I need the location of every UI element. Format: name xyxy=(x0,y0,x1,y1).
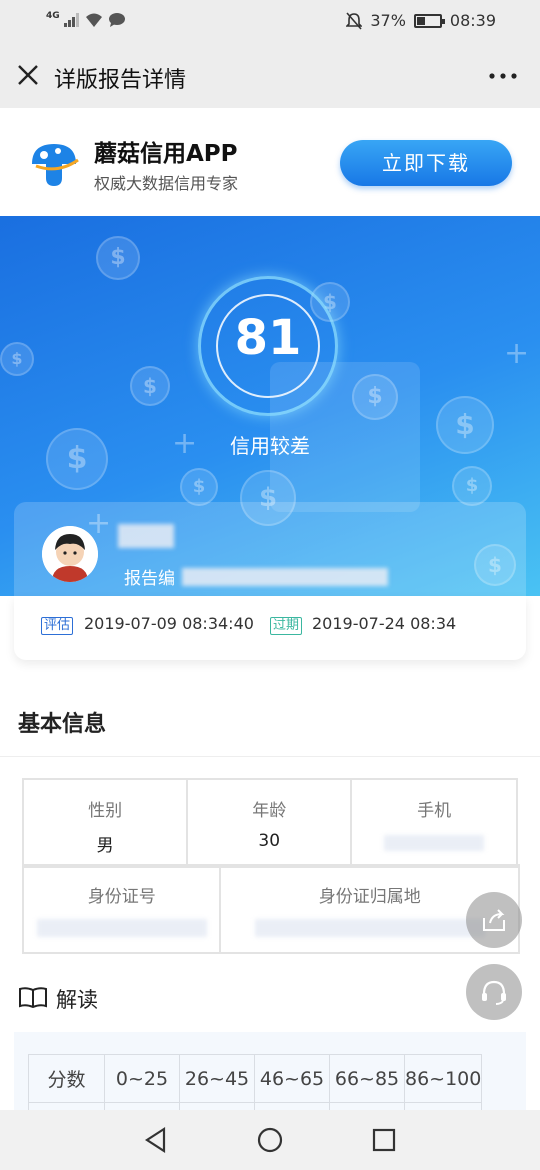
clock: 08:39 xyxy=(449,11,496,30)
score-hero: $ $ $ $ $ $ $ $ $ $ $ + + + 81 信用较差 报告编 xyxy=(0,216,540,596)
home-circle-icon[interactable] xyxy=(256,1126,284,1154)
basic-info-table-row2: 身份证号 身份证归属地 xyxy=(21,864,520,954)
eval-time: 2019-07-09 08:34:40 xyxy=(84,614,254,633)
id-number-label: 身份证号 xyxy=(87,887,156,907)
app-name: 蘑菇信用APP xyxy=(94,141,238,167)
share-icon xyxy=(483,909,505,931)
app-banner: 蘑菇信用APP 权威大数据信用专家 立即下载 xyxy=(0,108,540,216)
report-dates-card: 评估 2019-07-09 08:34:40 过期 2019-07-24 08:… xyxy=(14,596,526,660)
app-subtitle: 权威大数据信用专家 xyxy=(94,174,239,193)
basic-info-title: 基本信息 xyxy=(18,712,107,737)
wifi-icon xyxy=(85,13,102,27)
age-value: 30 xyxy=(258,831,281,851)
mushroom-logo-icon xyxy=(32,144,79,186)
basic-info-table-row1: 性别 男 年龄 30 手机 xyxy=(21,778,518,868)
battery-icon xyxy=(413,13,445,28)
avatar xyxy=(42,526,98,582)
coin-decoration: $ xyxy=(0,342,34,376)
redacted-report-number xyxy=(182,568,388,586)
status-left: 4G xyxy=(46,11,126,28)
system-nav-bar xyxy=(0,1110,540,1170)
status-bar: 4G 37% 08:39 xyxy=(0,0,540,44)
network-label: 4G xyxy=(46,11,60,21)
redacted-id-number xyxy=(36,919,207,937)
book-icon xyxy=(19,987,47,1008)
page-title: 详版报告详情 xyxy=(54,68,187,93)
share-button[interactable] xyxy=(466,892,522,948)
section-divider xyxy=(0,756,540,757)
range-header: 0~25 xyxy=(104,1054,180,1103)
credit-level: 信用较差 xyxy=(230,434,310,458)
range-header: 86~100 xyxy=(403,1054,483,1103)
battery-fill xyxy=(416,16,426,25)
interpretation-title: 解读 xyxy=(56,988,98,1012)
range-header: 26~45 xyxy=(179,1054,255,1103)
redacted-id-location xyxy=(254,919,485,937)
customer-service-button[interactable] xyxy=(466,964,522,1020)
range-header: 46~65 xyxy=(254,1054,330,1103)
age-cell: 年龄 30 xyxy=(186,778,353,868)
range-header: 66~85 xyxy=(329,1054,405,1103)
back-triangle-icon[interactable] xyxy=(142,1126,170,1154)
gender-cell: 性别 男 xyxy=(21,778,189,868)
status-right: 37% 08:39 xyxy=(346,11,496,30)
coin-decoration: $ xyxy=(130,366,170,406)
age-label: 年龄 xyxy=(252,801,287,821)
signal-icon xyxy=(63,13,79,27)
redacted-phone xyxy=(384,835,485,851)
chat-icon xyxy=(108,13,125,27)
more-icon[interactable] xyxy=(488,58,518,92)
credit-score: 81 xyxy=(234,310,302,366)
gender-label: 性别 xyxy=(88,801,123,821)
headset-icon xyxy=(482,980,506,1005)
download-button[interactable]: 立即下载 xyxy=(340,140,512,186)
report-number-label: 报告编 xyxy=(124,569,175,589)
expire-time: 2019-07-24 08:34 xyxy=(312,614,457,633)
close-icon[interactable] xyxy=(14,61,42,89)
redacted-name xyxy=(118,524,174,548)
plus-decoration: + xyxy=(504,336,530,371)
coin-decoration: $ xyxy=(452,466,492,506)
expire-tag: 过期 xyxy=(270,617,303,635)
title-bar: 详版报告详情 xyxy=(0,44,540,108)
battery-percent: 37% xyxy=(370,11,406,30)
range-header: 分数 xyxy=(28,1054,105,1103)
gender-value: 男 xyxy=(96,836,114,856)
phone-cell: 手机 xyxy=(350,778,518,868)
mute-bell-icon xyxy=(346,11,363,30)
coin-decoration: $ xyxy=(96,236,140,280)
recent-square-icon[interactable] xyxy=(370,1126,398,1154)
coin-decoration: $ xyxy=(180,468,218,506)
eval-tag: 评估 xyxy=(41,617,74,635)
phone-label: 手机 xyxy=(417,801,452,821)
id-number-cell: 身份证号 xyxy=(21,864,222,954)
